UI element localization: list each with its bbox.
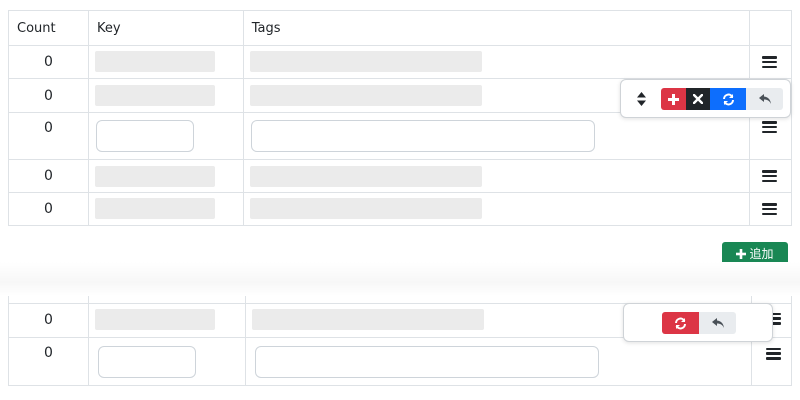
menu-cell [749,159,792,193]
key-cell [87,336,246,386]
reply-icon [758,94,771,104]
tags-placeholder [249,198,482,219]
sort-icon[interactable] [637,92,646,106]
tags-input[interactable] [250,120,595,152]
plus-icon [668,93,679,105]
hamburger-menu-icon[interactable] [762,203,778,216]
key-placeholder [94,51,215,72]
tags-placeholder [249,85,482,106]
table-row: 0 [8,159,792,193]
menu-cell [749,45,792,79]
add-button-label: 追加 [749,247,774,261]
refresh-row-button[interactable] [710,88,746,110]
table-row-partial [8,296,792,304]
table-row: 0 [8,45,792,79]
row-actions-popover [620,79,791,118]
key-cell[interactable] [87,159,244,193]
section-separator [0,262,800,296]
key-placeholder [94,198,215,219]
menu-cell [751,336,792,386]
column-header-key: Key [87,10,244,46]
times-icon [693,94,703,104]
tags-cell [244,336,753,386]
count-cell: 0 [8,302,89,338]
hamburger-menu-icon[interactable] [762,56,778,69]
count-cell: 0 [8,336,89,386]
count-cell: 0 [8,112,89,160]
column-header-tags: Tags [242,10,751,46]
hamburger-menu-icon[interactable] [762,170,778,183]
tags-placeholder [249,166,482,187]
sync-icon [675,317,686,329]
refresh-row-button[interactable] [662,312,699,334]
sync-icon [722,93,734,105]
hamburger-menu-icon[interactable] [762,121,778,134]
table-row: 0 [8,192,792,226]
delete-row-button[interactable] [686,88,710,110]
table-row-editing: 0 [8,112,792,160]
key-placeholder [94,85,215,106]
count-cell: 0 [8,192,89,226]
key-placeholder [94,166,215,187]
table-row-editing: 0 [8,336,792,386]
key-input[interactable] [95,120,194,152]
tags-cell[interactable] [242,45,751,79]
count-cell: 0 [8,45,89,79]
menu-cell [749,112,792,160]
reply-icon [711,318,724,328]
plus-icon [736,248,747,259]
hamburger-menu-icon[interactable] [766,347,782,360]
key-cell [87,112,244,160]
tags-placeholder [249,51,482,72]
records-table: Count Key Tags 0 0 0 0 0 [8,10,792,226]
tags-placeholder [251,308,484,330]
count-cell: 0 [8,159,89,193]
key-cell[interactable] [87,78,244,113]
undo-row-button[interactable] [699,312,736,334]
table-header-row: Count Key Tags [8,10,792,46]
add-row-button[interactable] [661,88,686,110]
column-header-count: Count [8,10,89,46]
tags-input[interactable] [254,345,599,378]
column-header-menu [749,10,792,46]
key-cell[interactable] [87,45,244,79]
count-cell: 0 [8,78,89,113]
tags-cell[interactable] [242,192,751,226]
row-actions-popover [623,303,773,342]
key-input[interactable] [97,345,196,378]
tags-cell[interactable] [242,159,751,193]
menu-cell [749,192,792,226]
key-cell[interactable] [87,302,246,338]
key-cell[interactable] [87,192,244,226]
key-placeholder [94,308,215,330]
undo-row-button[interactable] [746,88,783,110]
tags-cell [242,112,751,160]
